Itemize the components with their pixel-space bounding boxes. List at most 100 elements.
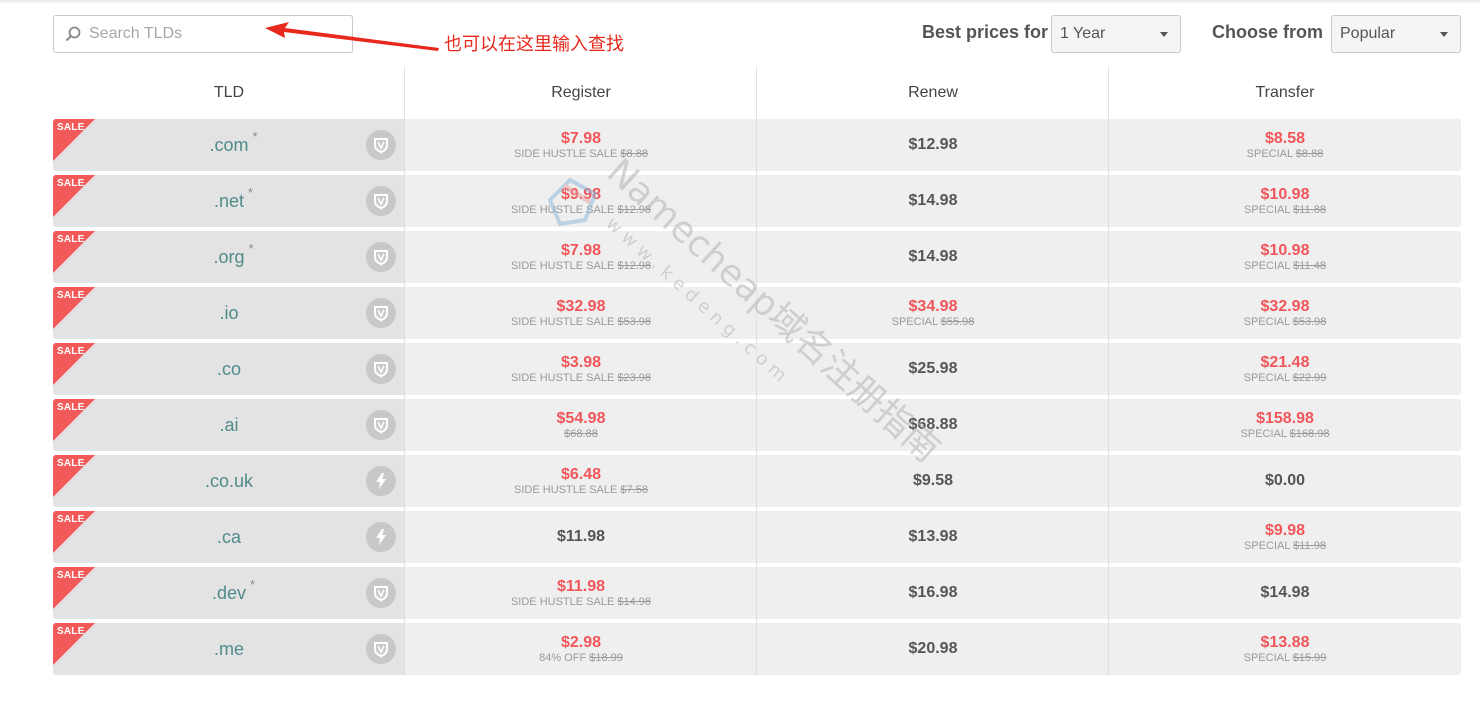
cell-tld: SALE .me (53, 623, 405, 675)
promo-label: SIDE HUSTLE SALE (510, 596, 615, 608)
table-row[interactable]: SALE .ai $54.98 $68.88 $68.88 $158.98 SPECIAL … (53, 399, 1461, 451)
period-select[interactable]: 1 Year (1051, 15, 1181, 53)
register-price-note: SIDE HUSTLE SALE $12.98 (511, 260, 651, 272)
cell-transfer: $9.98 SPECIAL $11.98 (1109, 511, 1461, 563)
register-price: $7.98 (560, 242, 602, 259)
lightning-icon[interactable] (366, 466, 396, 496)
register-price: $54.98 (556, 410, 606, 427)
transfer-price: $14.98 (1260, 584, 1310, 601)
shield-icon[interactable] (366, 130, 396, 160)
sale-badge: SALE (57, 402, 85, 413)
column-header-register[interactable]: Register (405, 67, 757, 119)
promo-label: SIDE HUSTLE SALE (510, 260, 615, 272)
transfer-price-note: SPECIAL $11.48 (1244, 260, 1326, 272)
tld-name[interactable]: .net * (214, 185, 253, 212)
category-select[interactable]: Popular (1331, 15, 1461, 53)
table-row[interactable]: SALE .me $2.98 84% OFF $18.99 $20.98 $13.88 SP… (53, 623, 1461, 675)
cell-tld: SALE .io (53, 287, 405, 339)
table-row[interactable]: SALE .org * $7.98 SIDE HUSTLE SALE $12.98 $14… (53, 231, 1461, 283)
promo-label: SPECIAL (1243, 652, 1290, 664)
tld-name[interactable]: .ca (217, 527, 241, 548)
column-header-tld: TLD (213, 84, 245, 101)
shield-icon[interactable] (366, 354, 396, 384)
table-row[interactable]: SALE .ca $11.98 $13.98 $9.98 SPECIAL $11.98 (53, 511, 1461, 563)
table-row[interactable]: SALE .co $3.98 SIDE HUSTLE SALE $23.98 $25.9… (53, 343, 1461, 395)
register-price: $2.98 (560, 634, 602, 651)
promo-label: SPECIAL (1243, 372, 1290, 384)
tld-name[interactable]: .com * (209, 129, 257, 156)
renew-price: $20.98 (908, 640, 958, 657)
shield-icon[interactable] (366, 242, 396, 272)
register-price-note: SIDE HUSTLE SALE $7.58 (514, 484, 648, 496)
shield-icon[interactable] (366, 298, 396, 328)
shield-icon[interactable] (366, 186, 396, 216)
promo-label: SPECIAL (1244, 260, 1291, 272)
transfer-price: $32.98 (1260, 298, 1310, 315)
cell-renew: $34.98 SPECIAL $55.98 (757, 287, 1109, 339)
register-price-note: SIDE HUSTLE SALE $14.98 (511, 596, 651, 608)
old-price: $11.98 (1293, 540, 1326, 552)
table-row[interactable]: SALE .io $32.98 SIDE HUSTLE SALE $53.98 $34.… (53, 287, 1461, 339)
table-row[interactable]: SALE .dev * $11.98 SIDE HUSTLE SALE $14.98 $1… (53, 567, 1461, 619)
cell-transfer: $0.00 (1109, 455, 1461, 507)
tld-name[interactable]: .dev * (211, 577, 255, 604)
table-row[interactable]: SALE .co.uk $6.48 SIDE HUSTLE SALE $7.58 $9.… (53, 455, 1461, 507)
register-price: $11.98 (556, 528, 606, 545)
cell-register: $9.98 SIDE HUSTLE SALE $12.98 (405, 175, 757, 227)
old-price: $12.98 (617, 260, 652, 272)
register-price-note: SIDE HUSTLE SALE $12.98 (511, 204, 651, 216)
column-header-transfer[interactable]: Transfer (1109, 67, 1461, 119)
cell-transfer: $32.98 SPECIAL $53.98 (1109, 287, 1461, 339)
tld-name[interactable]: .ai (219, 415, 238, 436)
cell-register: $11.98 SIDE HUSTLE SALE $14.98 (405, 567, 757, 619)
tld-name[interactable]: .io (219, 303, 238, 324)
register-price: $9.98 (560, 186, 602, 203)
transfer-price: $10.98 (1260, 186, 1310, 203)
tld-name[interactable]: .co (217, 359, 241, 380)
cell-transfer: $14.98 (1109, 567, 1461, 619)
shield-icon[interactable] (366, 634, 396, 664)
tld-name[interactable]: .org * (213, 241, 253, 268)
promo-label: SPECIAL (891, 316, 938, 328)
pricing-table-body: SALE .com * $7.98 SIDE HUSTLE SALE $8.88 $12.… (53, 119, 1461, 679)
transfer-price-note: SPECIAL $53.98 (1244, 316, 1327, 328)
register-price: $7.98 (560, 130, 602, 147)
renew-price: $34.98 (908, 298, 958, 315)
sale-badge: SALE (57, 234, 85, 245)
old-price: $68.88 (564, 428, 598, 440)
period-select-value: 1 Year (1060, 25, 1106, 42)
table-row[interactable]: SALE .com * $7.98 SIDE HUSTLE SALE $8.88 $12.… (53, 119, 1461, 171)
cell-register: $11.98 (405, 511, 757, 563)
old-price: $11.88 (1293, 204, 1326, 216)
cell-renew: $16.98 (757, 567, 1109, 619)
cell-register: $6.48 SIDE HUSTLE SALE $7.58 (405, 455, 757, 507)
sale-badge: SALE (57, 346, 85, 357)
register-price: $11.98 (556, 578, 606, 595)
old-price: $7.58 (620, 484, 648, 496)
cell-renew: $68.88 (757, 399, 1109, 451)
old-price: $53.98 (1292, 316, 1327, 328)
register-price: $3.98 (560, 354, 602, 371)
tld-label: .co.uk (204, 470, 254, 491)
cell-register: $2.98 84% OFF $18.99 (405, 623, 757, 675)
asterisk-note: * (248, 240, 254, 256)
annotation-arrow-icon (265, 22, 439, 51)
tld-label: .org (213, 246, 245, 267)
promo-label: SPECIAL (1244, 204, 1291, 216)
shield-icon[interactable] (366, 578, 396, 608)
promo-label: SIDE HUSTLE SALE (510, 316, 615, 328)
shield-icon[interactable] (366, 410, 396, 440)
table-row[interactable]: SALE .net * $9.98 SIDE HUSTLE SALE $12.98 $14… (53, 175, 1461, 227)
tld-label: .com (209, 134, 249, 155)
transfer-price: $21.48 (1260, 354, 1310, 371)
column-divider (404, 67, 405, 676)
renew-price: $14.98 (908, 192, 958, 209)
old-price: $53.98 (617, 316, 652, 328)
tld-name[interactable]: .co.uk (205, 471, 253, 492)
tld-label: .dev (211, 582, 247, 603)
tld-name[interactable]: .me (214, 639, 244, 660)
tld-label: .me (213, 638, 244, 659)
cell-register: $7.98 SIDE HUSTLE SALE $12.98 (405, 231, 757, 283)
column-header-renew[interactable]: Renew (757, 67, 1109, 119)
lightning-icon[interactable] (366, 522, 396, 552)
